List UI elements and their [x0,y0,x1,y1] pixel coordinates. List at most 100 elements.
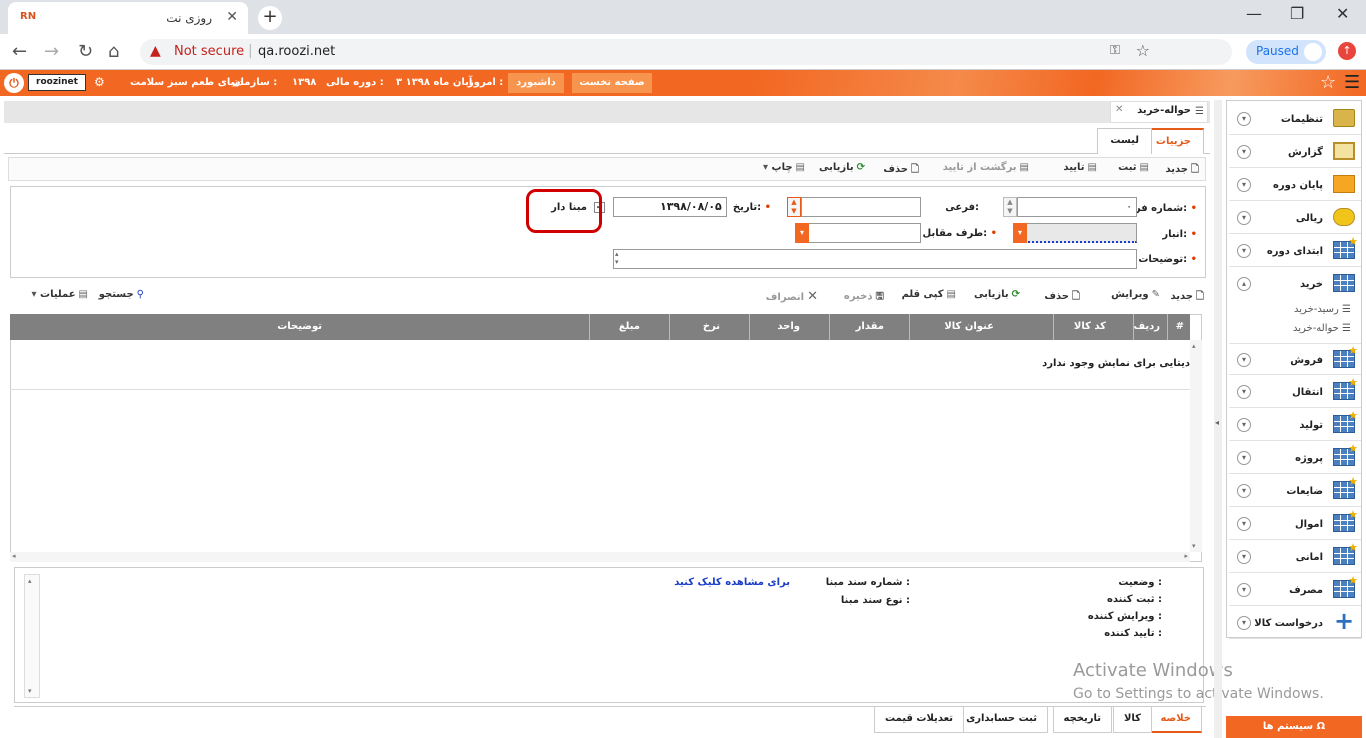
sidebar-item-consignment[interactable]: ▾ امانی [1229,541,1361,573]
dashboard-button[interactable]: داشبورد [508,73,564,93]
warehouse-dropdown-icon[interactable]: ▾ [1013,223,1027,243]
new-tab-button[interactable]: + [258,6,282,30]
operations-button[interactable]: ▾ عملیات ▤ [32,289,88,300]
hamburger-menu-icon[interactable]: ☰ [1344,72,1360,93]
power-icon[interactable]: ⏻ [4,73,24,93]
refresh-button[interactable]: بازیابی ⟳ [819,162,865,173]
profile-paused-button[interactable]: Paused [1246,40,1326,64]
col-unit[interactable]: واحد [777,321,800,332]
security-label[interactable]: Not secure [174,44,244,59]
sidebar-item-period-start[interactable]: ▾ ابتدای دوره [1229,235,1361,267]
systems-button[interactable]: سیستم ها Ω [1226,716,1362,738]
print-button[interactable]: ▾ چاپ ▤ [763,162,805,173]
summary-scrollbar[interactable]: ▴ ▾ [24,574,40,698]
form-number-stepper[interactable]: ▲ ▼ [1003,197,1017,217]
sidebar-item-project[interactable]: ▾ پروژه [1229,442,1361,474]
col-row[interactable]: ردیف [1133,321,1160,332]
form-number-field[interactable]: ۰ [1017,197,1137,217]
delete-button[interactable]: حذف 🗋 [883,162,919,179]
sidebar-item-purchase[interactable]: ▴ خرید [1229,268,1361,300]
restore-icon[interactable]: ❐ [1290,4,1304,23]
grid-vertical-scrollbar[interactable]: ▴ ▾ [1190,340,1202,552]
copy-item-button[interactable]: کپی قلم ▤ [902,289,956,300]
sidebar-item-rial[interactable]: ▾ ریالی [1229,202,1361,234]
grid-cancel-button[interactable]: انصراف ✕ [766,289,818,304]
bookmark-star-icon[interactable]: ☆ [1136,41,1150,60]
col-rate[interactable]: نرخ [703,321,720,332]
tab-summary[interactable]: خلاصه [1149,707,1202,733]
home-icon[interactable]: ⌂ [108,41,119,62]
col-qty[interactable]: مقدار [856,321,884,332]
sidebar-item-report[interactable]: ▾ گزارش [1229,136,1361,168]
summary-panel [14,567,1204,703]
window-tab-purchase-issue[interactable]: ✕ حواله-خرید ☰ [1110,101,1208,123]
back-icon[interactable]: ← [12,41,27,62]
browser-tab-strip: RN روزی نت ✕ + — ❐ ✕ [0,0,1366,34]
sidebar-item-waste[interactable]: ▾ ضایعات [1229,475,1361,507]
close-tab-icon[interactable]: ✕ [226,9,238,25]
sub-stepper[interactable]: ▲ ▼ [787,197,801,217]
reload-icon[interactable]: ↻ [78,41,93,62]
browser-tab[interactable]: RN روزی نت ✕ [8,2,248,34]
username-box[interactable]: roozinet [28,74,86,91]
description-field[interactable] [613,249,1137,269]
col-title[interactable]: عنوان کالا [944,321,994,332]
minimize-icon[interactable]: — [1246,4,1262,23]
key-icon[interactable]: ⚿ [1110,43,1120,58]
view-base-doc-link[interactable]: برای مشاهده کلیک کنید [674,577,790,588]
sidebar-item-assets[interactable]: ▾ اموال [1229,508,1361,540]
new-button[interactable]: جدید 🗋 [1165,162,1199,179]
grid-edit-button[interactable]: ویرایش ✎ [1111,289,1160,300]
sidebar-item-sales[interactable]: ▾ فروش [1229,343,1361,375]
close-window-icon[interactable]: ✕ [1336,4,1349,23]
tab-accounting[interactable]: ثبت حسابداری [955,707,1048,733]
favorites-star-icon[interactable]: ☆ [1320,72,1336,93]
date-field[interactable]: ۱۳۹۸/۰۸/۰۵ [613,197,727,217]
col-hash[interactable]: # [1176,321,1184,332]
description-scroll[interactable]: ▴ ▾ [615,250,625,268]
warehouse-label: انبار: • [1162,229,1197,240]
omnibox[interactable]: ▲ Not secure | qa.roozi.net ⚿ ☆ [140,39,1232,65]
tab-list[interactable]: لیست [1097,128,1152,154]
grid-new-button[interactable]: جدید 🗋 [1170,289,1204,306]
save-icon: ▤ [1139,162,1149,173]
url-text[interactable]: qa.roozi.net [258,44,335,59]
update-menu-icon[interactable]: ↑ [1338,42,1356,60]
tab-history[interactable]: تاریخچه [1052,707,1112,733]
sidebar-item-consumption[interactable]: ▾ مصرف [1229,574,1361,606]
sidebar-item-settings[interactable]: ▾ تنظیمات [1229,103,1361,135]
col-amount[interactable]: مبلغ [619,321,640,332]
home-page-button[interactable]: صفحه نخست [572,73,652,93]
tab-goods[interactable]: کالا [1112,707,1152,733]
tab-details[interactable]: جزییات [1142,128,1204,154]
warehouse-select[interactable] [1017,223,1137,243]
status-label: وضعیت : [1118,577,1162,588]
approve-button[interactable]: تایید ▤ [1063,162,1097,173]
save-icon: 🖫 [875,291,884,302]
forward-icon[interactable]: → [44,41,59,62]
sub-field[interactable] [801,197,921,217]
chevron-down-icon: ▾ [1237,484,1251,498]
grid-delete-button[interactable]: حذف 🗋 [1044,289,1080,306]
close-window-tab-icon[interactable]: ✕ [1115,104,1123,115]
unapprove-button[interactable]: برگشت از تایید ▤ [943,162,1029,173]
sidebar-subitem-purchase-issue[interactable]: حواله-خرید ☰ [1293,323,1351,334]
sidebar-subitem-purchase-receipt[interactable]: رسید-خرید ☰ [1294,304,1351,315]
counterparty-select[interactable] [801,223,921,243]
tab-price-adjust[interactable]: تعدیلات قیمت [874,707,964,733]
chevron-down-icon: ▾ [1237,178,1251,192]
col-description[interactable]: توضیحات [277,321,322,332]
search-button[interactable]: جستجو ⚲ [99,289,144,300]
counterparty-dropdown-icon[interactable]: ▾ [795,223,809,243]
grid-save-button[interactable]: ذخیره 🖫 [844,289,884,306]
grid-refresh-button[interactable]: بازیابی ⟳ [974,289,1020,300]
sidebar-item-production[interactable]: ▾ تولید [1229,409,1361,441]
gear-icon[interactable]: ⚙ [94,75,105,89]
save-button[interactable]: ثبت ▤ [1118,162,1149,173]
sidebar-item-goods-request[interactable]: ▾ درخواست کالا + [1229,607,1361,639]
grid-horizontal-scrollbar[interactable]: ◂ ▸ [10,552,1190,562]
sidebar-item-transfer[interactable]: ▾ انتقال [1229,376,1361,408]
panel-splitter[interactable]: ◂ [1214,100,1222,738]
sidebar-item-period-end[interactable]: ▾ پایان دوره [1229,169,1361,201]
col-code[interactable]: کد کالا [1074,321,1106,332]
